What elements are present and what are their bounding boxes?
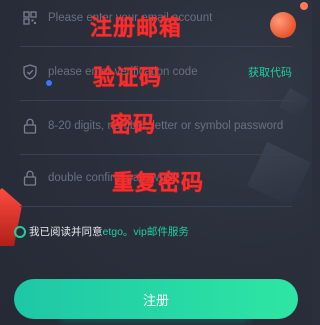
agreement-text: 我已阅读并同意 (29, 226, 103, 238)
lock-icon (22, 170, 38, 186)
qr-grid-icon (22, 10, 38, 26)
decorative-small-ball (300, 2, 308, 10)
agree-radio[interactable] (14, 225, 26, 238)
register-button[interactable]: 注册 (14, 279, 298, 319)
shield-check-icon (22, 64, 38, 80)
agreement-row: 我已阅读并同意 etgo。vip邮件服务 (14, 224, 189, 239)
text-cursor-handle[interactable] (46, 80, 52, 86)
annotation-email: 注册邮箱 (90, 16, 183, 41)
get-code-button[interactable]: 获取代码 (248, 64, 292, 80)
register-screen: Please enter your email account please e… (0, 0, 312, 325)
annotation-code: 验证码 (93, 66, 163, 91)
lock-icon (22, 118, 38, 134)
agreement-link[interactable]: etgo。vip邮件服务 (103, 224, 189, 239)
password-placeholder: 8-20 digits, number, letter or symbol pa… (48, 120, 284, 132)
annotation-password: 密码 (110, 113, 157, 138)
annotation-confirm: 重复密码 (112, 171, 205, 196)
